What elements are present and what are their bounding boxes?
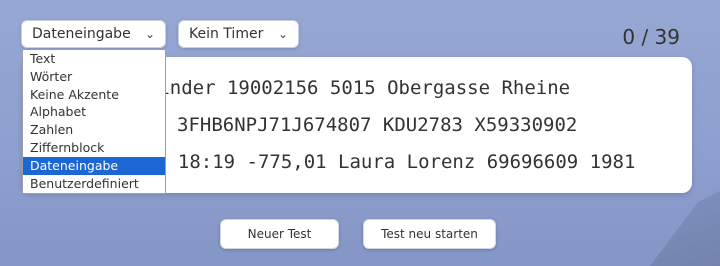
dropdown-option[interactable]: Text (23, 50, 165, 68)
mode-dropdown-list[interactable]: Text Wörter Keine Akzente Alphabet Zahle… (22, 49, 166, 194)
chevron-down-icon: ⌄ (277, 27, 288, 41)
dropdown-option[interactable]: Alphabet (23, 103, 165, 121)
timer-select-value: Kein Timer (189, 26, 264, 42)
dropdown-option[interactable]: Benutzerdefiniert (23, 175, 165, 193)
chevron-down-icon: ⌄ (144, 27, 155, 41)
new-test-button[interactable]: Neuer Test (220, 219, 339, 249)
text-line: 3FHB6NPJ71J674807 KDU2783 X59330902 (177, 114, 578, 136)
dropdown-option[interactable]: Keine Akzente (23, 86, 165, 104)
dropdown-option[interactable]: Ziffernblock (23, 139, 165, 157)
progress-counter: 0 / 39 (622, 25, 680, 49)
timer-select[interactable]: Kein Timer ⌄ (178, 20, 299, 48)
mode-select[interactable]: Dateneingabe ⌄ (21, 20, 166, 48)
background-mountain (650, 186, 720, 266)
mode-select-value: Dateneingabe (32, 26, 131, 42)
restart-test-button[interactable]: Test neu starten (363, 219, 496, 249)
text-line: k Binder 19002156 5015 Obergasse Rheine (124, 77, 571, 99)
text-line: 5 18:19 -775,01 Laura Lorenz 69696609 19… (155, 151, 636, 173)
dropdown-option[interactable]: Dateneingabe (23, 156, 165, 175)
dropdown-option[interactable]: Wörter (23, 68, 165, 86)
dropdown-option[interactable]: Zahlen (23, 121, 165, 139)
